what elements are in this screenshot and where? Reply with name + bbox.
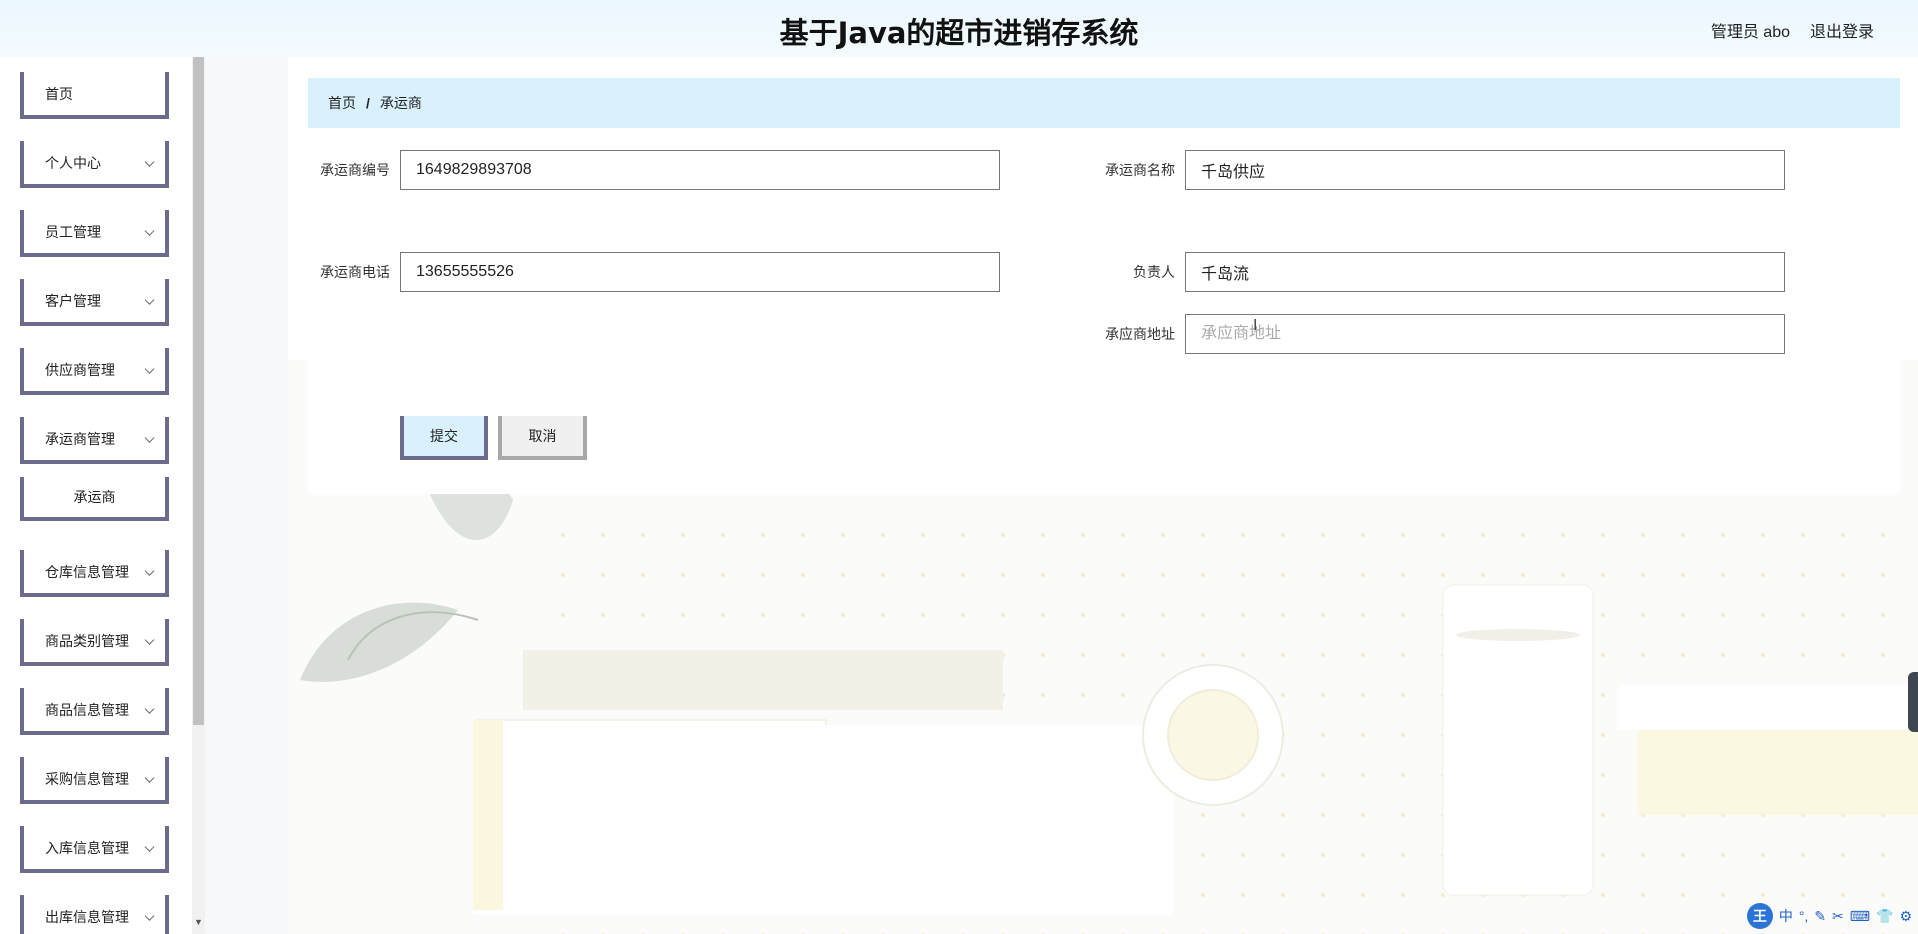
text-cursor-icon: I: [1253, 317, 1258, 334]
sidebar-item-label: 仓库信息管理: [45, 563, 129, 580]
breadcrumb-separator: /: [366, 95, 370, 111]
carrier-no-label: 承运商编号: [320, 150, 390, 190]
sidebar-gutter: [205, 57, 288, 934]
current-user: 管理员 abo: [1710, 24, 1790, 41]
cancel-button[interactable]: 取消: [498, 416, 587, 460]
sidebar-item-employee[interactable]: 员工管理: [20, 210, 169, 257]
sidebar-item-label: 客户管理: [45, 292, 101, 309]
breadcrumb: 首页 / 承运商: [308, 78, 1900, 128]
sidebar-item-label: 商品信息管理: [45, 701, 129, 718]
sidebar-subitem-carrier[interactable]: 承运商: [20, 477, 169, 521]
sidebar: 首页 个人中心 员工管理 客户管理 供应商管理 承运商管理 承运商 仓库信息管理…: [0, 57, 205, 934]
ime-mode-toggle[interactable]: 中: [1779, 906, 1793, 926]
sidebar-item-stock-out[interactable]: 出库信息管理: [20, 895, 169, 934]
sidebar-item-label: 个人中心: [45, 154, 101, 171]
chevron-down-icon: [146, 841, 153, 853]
app-title: 基于Java的超市进销存系统: [779, 16, 1139, 50]
sidebar-scroll-thumb[interactable]: [193, 57, 204, 725]
address-label: 承应商地址: [1105, 314, 1175, 354]
sidebar-item-product-category[interactable]: 商品类别管理: [20, 619, 169, 666]
chevron-down-icon: [146, 294, 153, 306]
manager-label-text: 负责人: [1133, 264, 1175, 280]
sidebar-item-label: 商品类别管理: [45, 632, 129, 649]
chevron-down-icon: [146, 910, 153, 922]
breadcrumb-home[interactable]: 首页: [328, 93, 356, 113]
scroll-down-arrow-icon[interactable]: ▼: [194, 917, 203, 927]
sidebar-item-label: 首页: [45, 85, 73, 102]
carrier-phone-label: 承运商电话: [320, 252, 390, 292]
carrier-phone-input[interactable]: [400, 252, 1000, 292]
logout-link[interactable]: 退出登录: [1810, 18, 1874, 42]
address-input[interactable]: [1185, 314, 1785, 354]
sidebar-item-label: 入库信息管理: [45, 839, 129, 856]
manager-input[interactable]: [1185, 252, 1785, 292]
submit-button[interactable]: 提交: [400, 416, 488, 460]
pen-icon[interactable]: ✎: [1814, 908, 1826, 925]
chevron-down-icon: [146, 703, 153, 715]
scissors-icon[interactable]: ✂: [1832, 908, 1844, 925]
carrier-name-label: 承运商名称: [1105, 150, 1175, 190]
keyboard-icon[interactable]: ⌨: [1850, 908, 1870, 925]
sidebar-item-customer[interactable]: 客户管理: [20, 279, 169, 326]
chevron-down-icon: [146, 156, 153, 168]
chevron-down-icon: [146, 772, 153, 784]
sidebar-item-supplier[interactable]: 供应商管理: [20, 348, 169, 395]
carrier-name-label-text: 承运商名称: [1105, 162, 1175, 178]
sidebar-item-stock-in[interactable]: 入库信息管理: [20, 826, 169, 873]
ime-toolbar: 王 中 °, ✎ ✂ ⌨ 👕 ⚙: [1746, 902, 1912, 930]
sidebar-item-carrier[interactable]: 承运商管理: [20, 417, 169, 464]
side-widget-tab[interactable]: [1908, 672, 1918, 732]
sidebar-item-warehouse[interactable]: 仓库信息管理: [20, 550, 169, 597]
chevron-down-icon: [146, 432, 153, 444]
sidebar-item-label: 员工管理: [45, 223, 101, 240]
carrier-phone-label-text: 承运商电话: [320, 264, 390, 280]
chevron-down-icon: [146, 363, 153, 375]
chevron-down-icon: [146, 565, 153, 577]
manager-label: 负责人: [1105, 252, 1175, 292]
carrier-name-input[interactable]: [1185, 150, 1785, 190]
punctuation-icon[interactable]: °,: [1799, 908, 1809, 924]
shirt-icon[interactable]: 👕: [1876, 908, 1893, 925]
address-label-text: 承应商地址: [1105, 326, 1175, 342]
sidebar-item-personal-center[interactable]: 个人中心: [20, 141, 169, 188]
top-header: 基于Java的超市进销存系统 管理员 abo 退出登录: [0, 0, 1918, 57]
sidebar-subitem-label: 承运商: [73, 489, 116, 505]
sidebar-item-label: 承运商管理: [45, 430, 115, 447]
chevron-down-icon: [146, 634, 153, 646]
breadcrumb-current: 承运商: [379, 95, 422, 111]
gear-icon[interactable]: ⚙: [1899, 908, 1912, 925]
sidebar-item-label: 出库信息管理: [45, 908, 129, 925]
sidebar-item-home[interactable]: 首页: [20, 72, 169, 119]
sidebar-item-purchase[interactable]: 采购信息管理: [20, 757, 169, 804]
ime-logo-icon[interactable]: 王: [1746, 903, 1773, 929]
sidebar-item-label: 供应商管理: [45, 361, 115, 378]
sidebar-item-product-info[interactable]: 商品信息管理: [20, 688, 169, 735]
sidebar-item-label: 采购信息管理: [45, 770, 129, 787]
carrier-no-label-text: 承运商编号: [320, 162, 390, 178]
carrier-no-input[interactable]: [400, 150, 1000, 190]
chevron-down-icon: [146, 225, 153, 237]
